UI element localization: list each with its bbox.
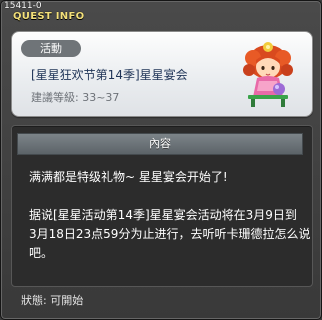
content-text-line: 3月18日23点59分为止进行，去听听卡珊德拉怎么说: [29, 227, 311, 241]
content-text-line: 据说[星星活动第14季]星星宴会活动将在3月9日到: [29, 208, 297, 222]
window-id-label: 15411-0: [4, 1, 42, 11]
quest-name: [星星狂欢节第14季]星星宴会: [31, 68, 188, 82]
quest-info-window: 15411-0 QUEST INFO 活動 [星星狂欢节第14季]星星宴会 建議…: [0, 0, 322, 320]
quest-status: 狀態: 可開始: [21, 294, 84, 307]
quest-category-badge: 活動: [21, 40, 81, 57]
npc-crystal-ball-icon: [273, 83, 285, 95]
npc-portrait-icon: [243, 42, 293, 107]
quest-recommended-level: 建議等級: 33~37: [31, 91, 120, 104]
content-text-line: 吧。: [29, 246, 54, 260]
content-section-header: 內容: [17, 133, 303, 155]
npc-table-icon: [248, 95, 288, 99]
window-title: QUEST INFO: [13, 11, 85, 22]
content-text-line: 满满都是特级礼物~ 星星宴会开始了!: [29, 170, 228, 184]
